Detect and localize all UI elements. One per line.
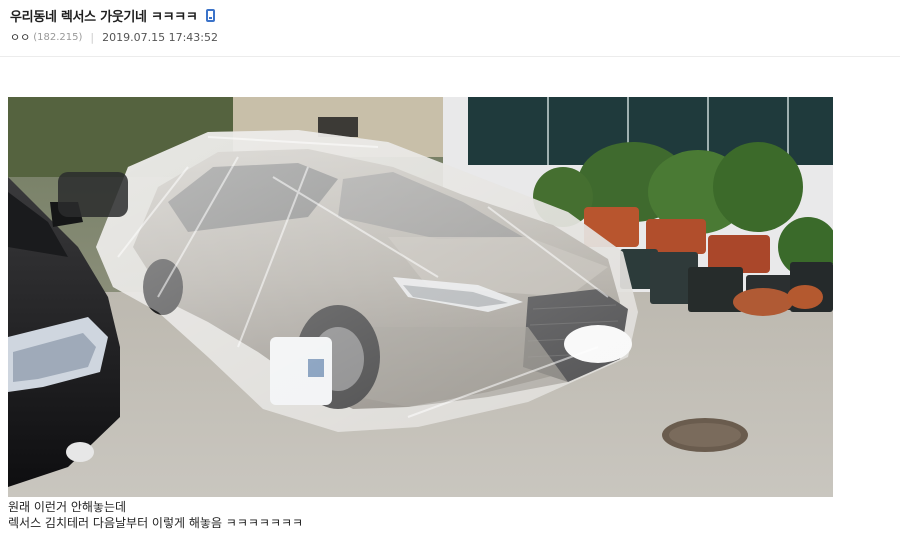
post-photo[interactable] (8, 97, 833, 497)
meta-separator: | (90, 30, 95, 44)
title-row: 우리동네 렉서스 가웃기네 ㅋㅋㅋㅋ (10, 5, 215, 25)
caption-line-1: 원래 이런거 안해놓는데 (8, 500, 127, 514)
post-header: 우리동네 렉서스 가웃기네 ㅋㅋㅋㅋ ㅇㅇ (182.215) | 2019.0… (0, 0, 900, 57)
post-date: 2019.07.15 17:43:52 (102, 30, 219, 44)
author-ip: (182.215) (33, 31, 83, 43)
car-cover-photo (8, 97, 833, 497)
post-meta: ㅇㅇ (182.215) | 2019.07.15 17:43:52 (10, 29, 218, 45)
caption-line-2: 렉서스 김치테러 다음날부터 이렇게 해놓음 ㅋㅋㅋㅋㅋㅋㅋ (8, 516, 304, 530)
post-content: 원래 이런거 안해놓는데 렉서스 김치테러 다음날부터 이렇게 해놓음 ㅋㅋㅋㅋ… (8, 499, 303, 531)
mobile-phone-icon (205, 8, 215, 22)
author-nickname[interactable]: ㅇㅇ (10, 29, 30, 45)
post-title: 우리동네 렉서스 가웃기네 ㅋㅋㅋㅋ (10, 9, 198, 25)
